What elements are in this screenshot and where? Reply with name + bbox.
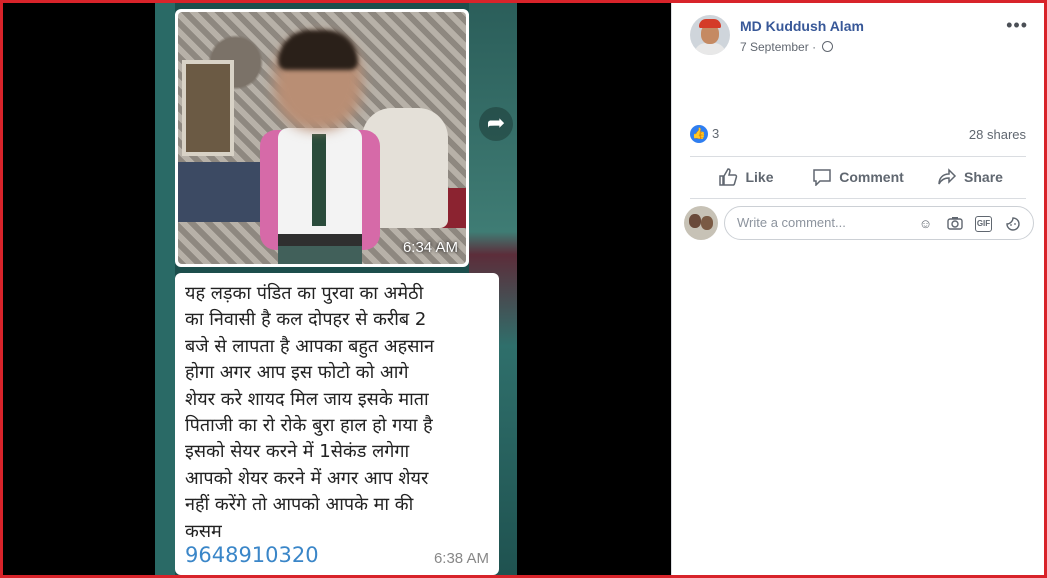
post-date[interactable]: 7 September [740, 40, 809, 54]
comment-button[interactable]: Comment [802, 160, 914, 194]
like-label: Like [745, 169, 774, 185]
share-button[interactable]: Share [914, 160, 1026, 194]
comment-tools: ☺ GIF [917, 216, 1021, 232]
gif-icon[interactable]: GIF [975, 216, 992, 232]
forward-icon: ➦ [479, 107, 513, 141]
photo-message: 6:34 AM [175, 9, 469, 267]
divider [690, 198, 1026, 199]
comment-input[interactable] [737, 215, 907, 230]
post-media[interactable]: 6:34 AM ➦ यह लड़का पंडित का पुरवा का अमे… [3, 3, 671, 575]
divider [690, 156, 1026, 157]
post-side-panel: MD Kuddush Alam 7 September · ••• 👍 3 28… [671, 3, 1044, 575]
share-arrow-icon [938, 168, 957, 185]
comment-composer: ☺ GIF [684, 206, 1034, 242]
author-avatar[interactable] [690, 15, 730, 55]
like-reaction-icon[interactable]: 👍 [690, 125, 708, 143]
phone-number-link[interactable]: 9648910320 [185, 543, 319, 567]
comment-box[interactable]: ☺ GIF [724, 206, 1034, 240]
more-options-icon[interactable]: ••• [1006, 15, 1028, 36]
message-text: यह लड़का पंडित का पुरवा का अमेठी का निवा… [185, 283, 435, 542]
photo-timestamp: 6:34 AM [402, 239, 458, 256]
globe-icon [822, 41, 834, 52]
whatsapp-chat-screenshot: 6:34 AM ➦ यह लड़का पंडित का पुरवा का अमे… [155, 3, 517, 575]
reactions-row: 👍 3 28 shares [690, 123, 1026, 145]
comment-label: Comment [839, 169, 904, 185]
reaction-count[interactable]: 3 [712, 126, 719, 141]
emoji-icon[interactable]: ☺ [917, 216, 934, 232]
shares-count[interactable]: 28 shares [969, 127, 1026, 142]
message-timestamp: 6:38 AM [433, 550, 489, 567]
post-meta: 7 September · [740, 40, 834, 54]
missing-child-photo: 6:34 AM [178, 12, 466, 264]
comment-bubble-icon [813, 169, 831, 186]
like-button[interactable]: Like [690, 160, 802, 194]
sticker-icon[interactable] [1004, 216, 1021, 232]
text-message: यह लड़का पंडित का पुरवा का अमेठी का निवा… [175, 273, 499, 575]
post-actions: Like Comment Share [690, 160, 1026, 194]
camera-icon[interactable] [946, 216, 963, 232]
share-label: Share [964, 169, 1003, 185]
author-name[interactable]: MD Kuddush Alam [740, 18, 864, 34]
viewer-avatar [684, 206, 718, 240]
thumbs-up-icon [719, 168, 738, 186]
